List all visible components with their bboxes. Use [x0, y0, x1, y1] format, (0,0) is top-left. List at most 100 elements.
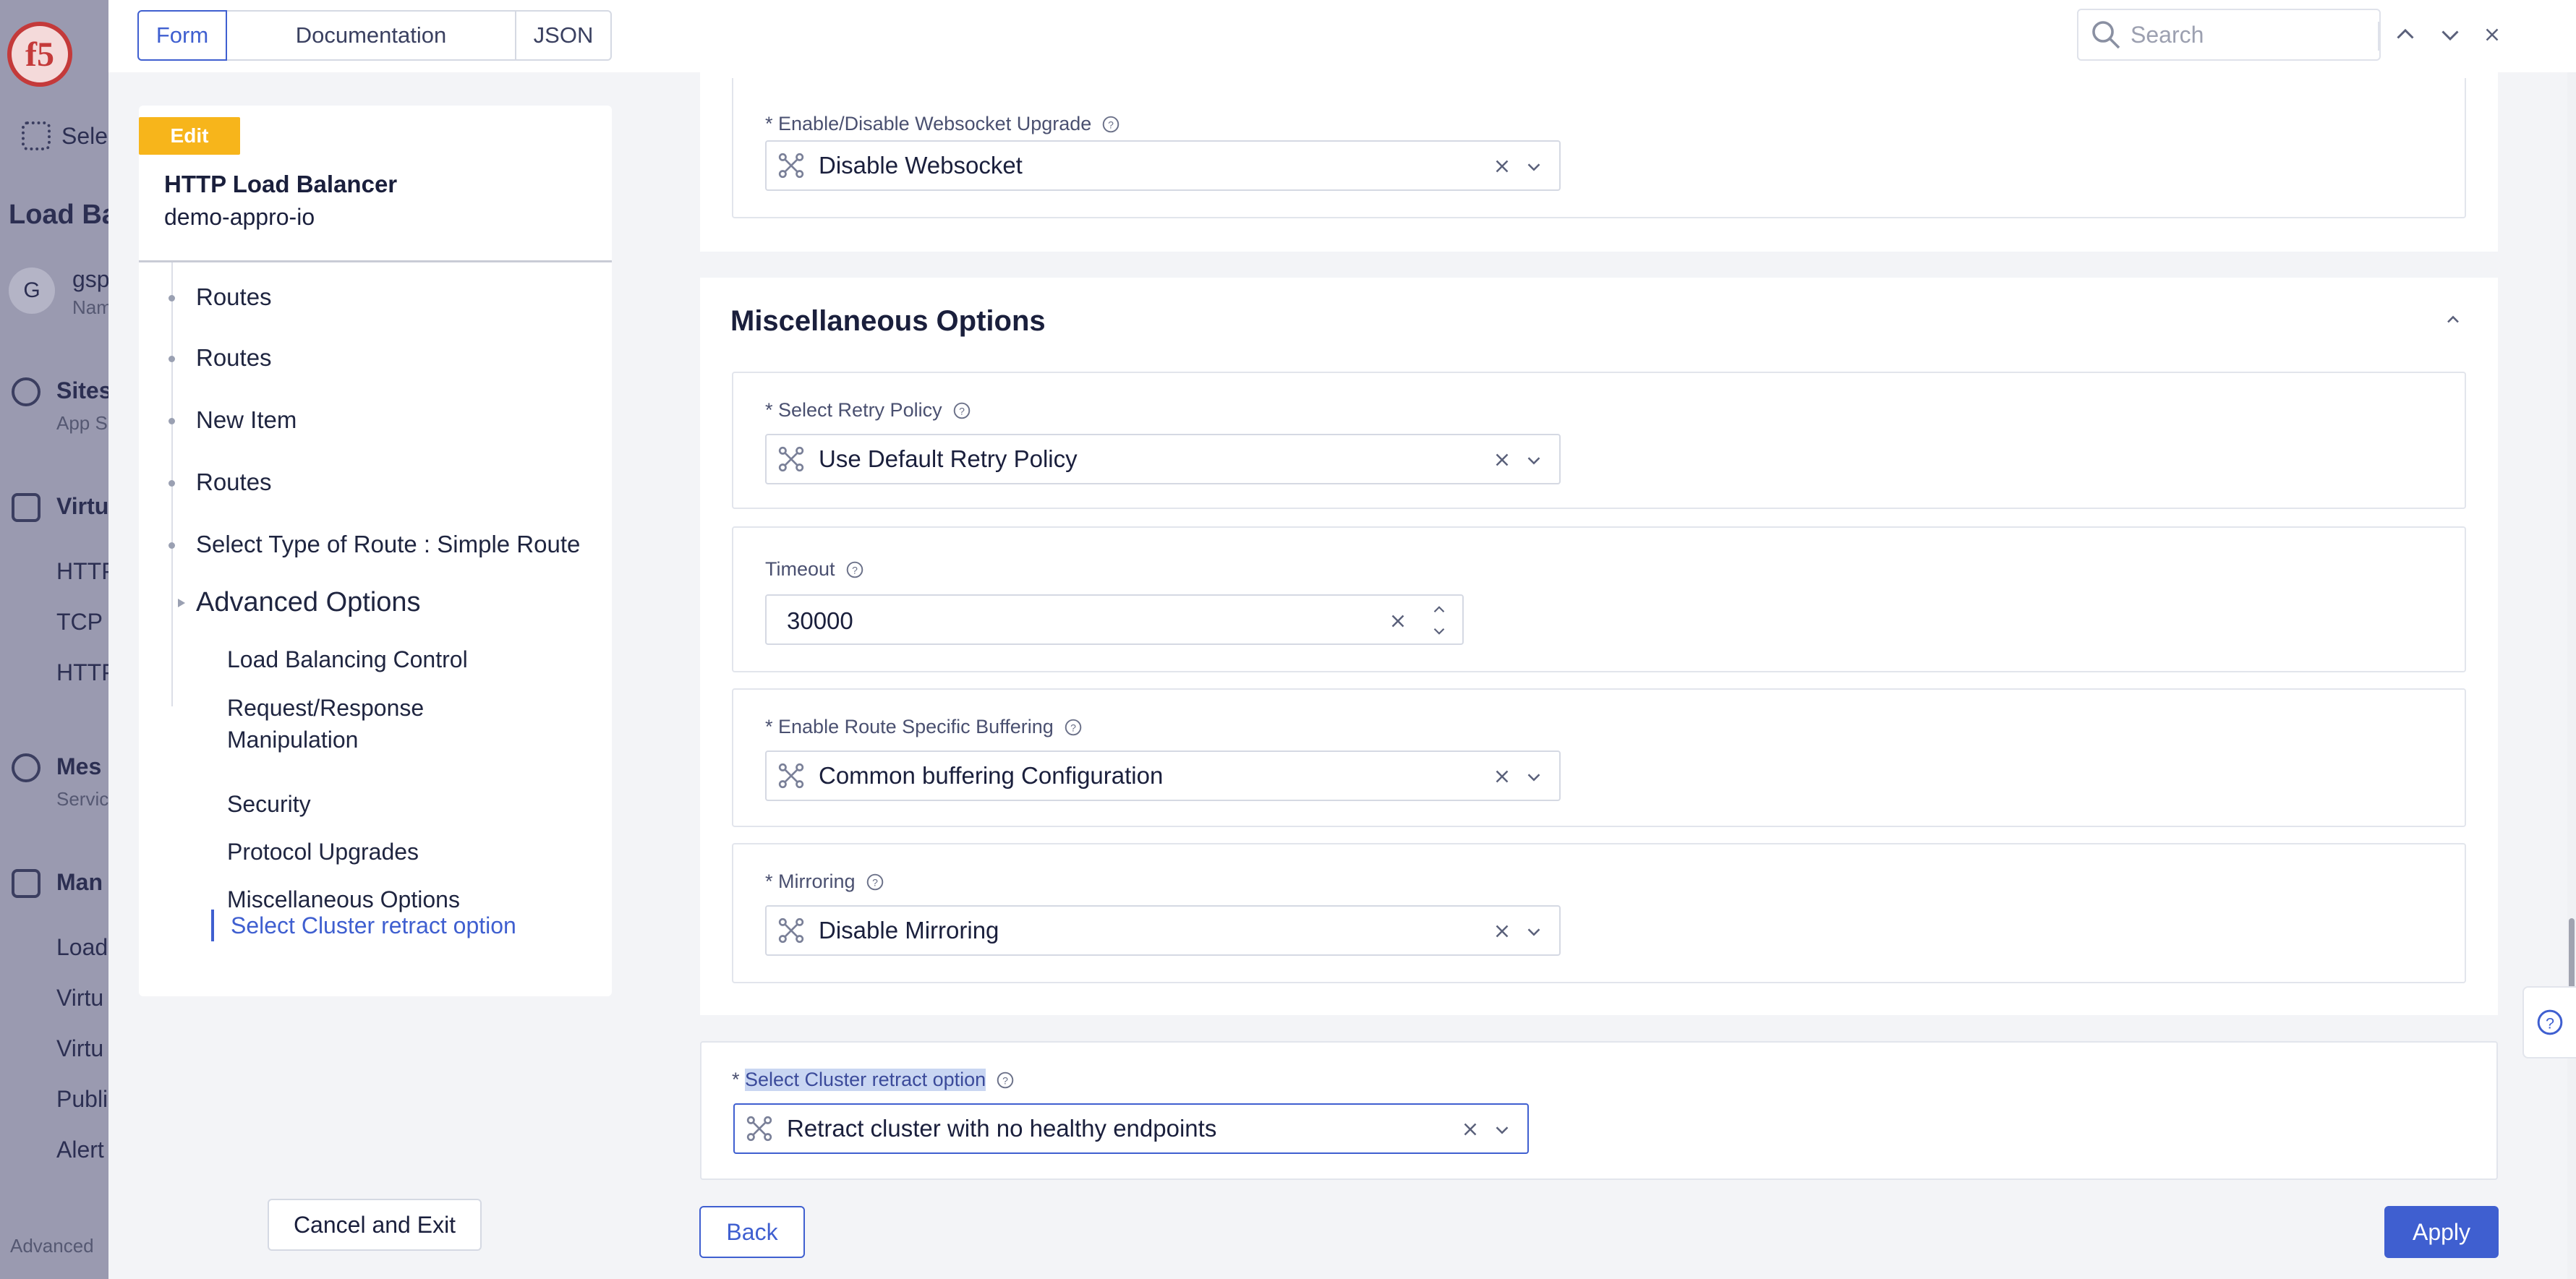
clear-icon[interactable]: [1491, 155, 1513, 177]
f5-logo: f5: [7, 22, 72, 87]
chevron-down-icon: [1496, 1126, 1509, 1134]
timeout-label: Timeout ?: [765, 558, 864, 581]
alert-link: Alert: [56, 1137, 104, 1163]
mirroring-field-card: * Mirroring ? Disable Mirroring: [732, 843, 2466, 983]
advanced-link: Advanced: [10, 1235, 94, 1257]
next-match-button[interactable]: [2431, 16, 2469, 54]
globe-icon: [12, 377, 40, 406]
chevron-down-icon: [1527, 774, 1540, 782]
cluster-retract-section: * Select Cluster retract option ? Retrac…: [700, 1041, 2498, 1180]
help-icon[interactable]: ?: [1101, 115, 1120, 134]
user-label: gsp: [72, 266, 108, 292]
previous-match-button[interactable]: [2387, 16, 2424, 54]
apply-button[interactable]: Apply: [2384, 1206, 2499, 1258]
chevron-down-icon: [1527, 457, 1540, 465]
websocket-value: Disable Websocket: [819, 152, 1023, 179]
back-button[interactable]: Back: [699, 1206, 805, 1258]
tab-form[interactable]: Form: [137, 10, 227, 61]
retry-policy-value: Use Default Retry Policy: [819, 445, 1078, 472]
nav-protocol-upgrades[interactable]: Protocol Upgrades: [227, 836, 419, 868]
retry-policy-label: * Select Retry Policy ?: [765, 399, 971, 422]
scrollbar-track[interactable]: [2567, 72, 2576, 1279]
collapse-chevron-up-icon[interactable]: [2443, 309, 2463, 330]
retry-policy-select[interactable]: Use Default Retry Policy: [765, 434, 1561, 484]
search-box: [2077, 9, 2381, 61]
tree-dot: [169, 356, 175, 362]
virtual-icon: [12, 493, 40, 522]
nav-load-balancing-control[interactable]: Load Balancing Control: [227, 643, 468, 675]
svg-text:?: ?: [1002, 1074, 1008, 1086]
tree-item-new-item[interactable]: New Item: [196, 406, 297, 434]
tab-json[interactable]: JSON: [515, 10, 612, 61]
tree-dot: [169, 480, 175, 487]
websocket-field-card: * Enable/Disable Websocket Upgrade ? Dis…: [732, 78, 2466, 218]
clear-icon[interactable]: [1459, 1118, 1481, 1140]
wrench-icon: [12, 869, 40, 898]
help-icon[interactable]: ?: [866, 873, 884, 891]
mesh-icon: [12, 753, 40, 782]
timeout-label-text: Timeout: [765, 558, 835, 580]
close-icon: [2486, 28, 2499, 41]
avatar: G: [9, 268, 55, 314]
load-balancers-heading: Load Ba: [9, 200, 108, 230]
websocket-select[interactable]: Disable Websocket: [765, 140, 1561, 191]
mirroring-select[interactable]: Disable Mirroring: [765, 905, 1561, 956]
nav-security[interactable]: Security: [227, 788, 311, 820]
help-icon[interactable]: ?: [996, 1071, 1015, 1090]
virtual-label: Virtu: [56, 493, 108, 519]
cancel-and-exit-button[interactable]: Cancel and Exit: [268, 1199, 482, 1251]
tree-dot: [169, 295, 175, 301]
svg-text:?: ?: [1108, 119, 1114, 130]
clear-icon[interactable]: [1491, 449, 1513, 471]
chevron-down-icon: [1527, 928, 1540, 936]
nodes-icon: [778, 763, 804, 789]
tree-item-advanced-options[interactable]: Advanced Options: [196, 587, 421, 618]
miscellaneous-options-section: Miscellaneous Options * Select Retry Pol…: [700, 278, 2498, 1015]
clear-icon[interactable]: [1387, 610, 1409, 632]
tree-item-routes-3[interactable]: Routes: [196, 469, 272, 496]
buffering-select[interactable]: Common buffering Configuration: [765, 750, 1561, 801]
tree-item-route-type[interactable]: Select Type of Route : Simple Route: [196, 531, 580, 558]
tab-documentation[interactable]: Documentation: [226, 10, 516, 61]
svg-text:?: ?: [1070, 722, 1076, 733]
help-icon[interactable]: ?: [845, 560, 864, 579]
cluster-retract-select[interactable]: Retract cluster with no healthy endpoint…: [733, 1103, 1529, 1154]
retry-policy-field-card: * Select Retry Policy ? Use Default Retr…: [732, 372, 2466, 509]
close-search-button[interactable]: [2473, 16, 2511, 54]
object-name: demo-appro-io: [164, 204, 315, 230]
manage-label: Man: [56, 869, 103, 895]
protocol-upgrades-section: * Enable/Disable Websocket Upgrade ? Dis…: [700, 72, 2498, 252]
tree-item-routes-2[interactable]: Routes: [196, 344, 272, 372]
background-app-sidebar: f5 Sele Load Ba G gsp Nam Sites App S Vi…: [0, 0, 108, 1279]
mesh-label: Mes: [56, 753, 102, 779]
sites-label: Sites: [56, 377, 108, 403]
help-icon: ?: [2537, 1009, 2563, 1035]
active-indicator: [211, 910, 214, 941]
https-lb-link: HTTP: [56, 659, 108, 685]
form-navigation-panel: Edit HTTP Load Balancer demo-appro-io Ro…: [139, 106, 612, 996]
help-icon[interactable]: ?: [1064, 718, 1083, 737]
help-float-button[interactable]: ?: [2522, 986, 2576, 1058]
nodes-icon: [778, 446, 804, 472]
tree-dot: [169, 542, 175, 549]
tree-item-routes-1[interactable]: Routes: [196, 283, 272, 311]
nav-request-response-manipulation[interactable]: Request/Response Manipulation: [227, 692, 560, 756]
required-marker: *: [732, 1069, 746, 1090]
nodes-icon: [778, 153, 804, 179]
mirroring-label: * Mirroring ?: [765, 871, 884, 893]
clear-icon[interactable]: [1491, 920, 1513, 942]
timeout-input[interactable]: 30000: [765, 594, 1464, 645]
search-input[interactable]: [2131, 21, 2304, 48]
namespace-selector-label: Sele: [61, 123, 108, 149]
buffering-value: Common buffering Configuration: [819, 762, 1164, 789]
search-icon: [2092, 21, 2120, 49]
increment-chevron-up-icon[interactable]: [1429, 600, 1449, 619]
help-icon[interactable]: ?: [952, 401, 971, 420]
tree-dot: [169, 418, 175, 424]
clear-icon[interactable]: [1491, 766, 1513, 787]
cluster-retract-label: * Select Cluster retract option ?: [732, 1069, 1015, 1091]
websocket-label: * Enable/Disable Websocket Upgrade ?: [765, 113, 1120, 135]
decrement-chevron-down-icon[interactable]: [1429, 622, 1449, 641]
nav-select-cluster-retract-option[interactable]: Select Cluster retract option: [231, 910, 516, 941]
nodes-icon: [746, 1116, 772, 1142]
